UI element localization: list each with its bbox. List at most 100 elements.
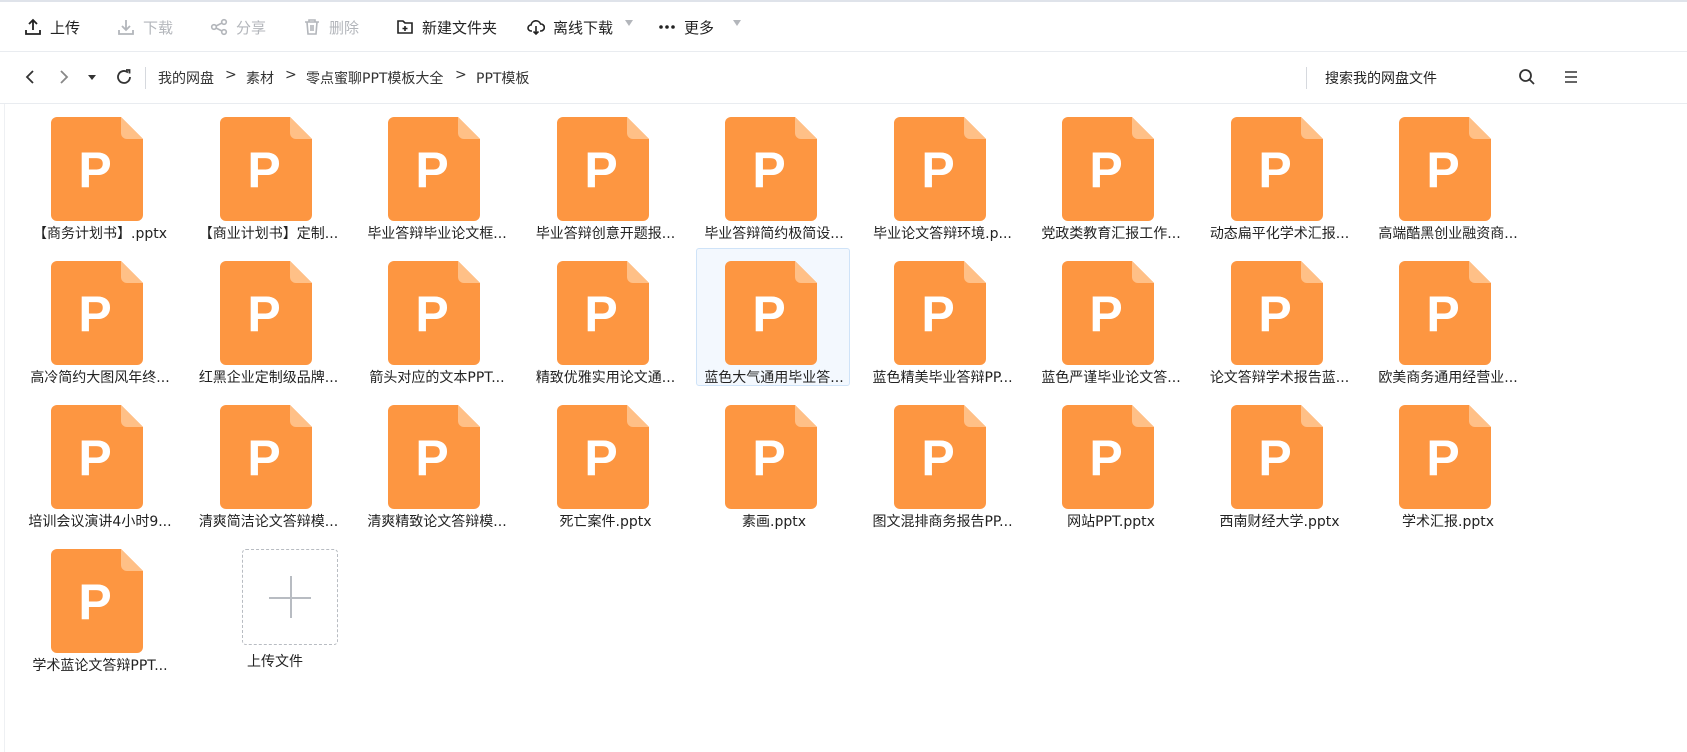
file-item[interactable]: P 西南财经大学.pptx <box>1202 392 1356 530</box>
pptx-file-icon: P <box>893 261 986 365</box>
file-name: 学术汇报.pptx <box>1402 514 1494 530</box>
delete-label: 删除 <box>329 18 360 37</box>
file-item[interactable]: P 动态扁平化学术汇报... <box>1202 104 1356 242</box>
file-name: 箭头对应的文本PPT... <box>369 370 505 386</box>
breadcrumb-separator: > <box>455 67 467 83</box>
pptx-letter: P <box>752 430 785 486</box>
pptx-file-icon: P <box>893 405 986 509</box>
pptx-file-icon: P <box>1230 405 1323 509</box>
pptx-letter: P <box>921 142 954 198</box>
delete-button[interactable]: 删除 <box>303 12 359 42</box>
pptx-file-icon: P <box>725 261 817 365</box>
file-name: 【商务计划书】.pptx <box>33 226 167 242</box>
pptx-letter: P <box>415 430 448 486</box>
pptx-file-icon: P <box>388 261 480 365</box>
file-name: 素画.pptx <box>742 514 806 530</box>
file-name: 图文混排商务报告PP... <box>872 514 1013 530</box>
share-button[interactable]: 分享 <box>210 12 266 42</box>
file-item[interactable]: P 精致优雅实用论文通... <box>528 248 682 386</box>
breadcrumb-item-templates[interactable]: 零点蜜聊PPT模板大全 <box>306 68 443 88</box>
breadcrumb-separator: > <box>285 67 297 83</box>
pptx-letter: P <box>78 142 111 198</box>
back-icon[interactable] <box>18 65 42 89</box>
breadcrumb-separator: > <box>225 67 237 83</box>
file-item[interactable]: P 学术蓝论文答辩PPT... <box>22 536 176 674</box>
file-item[interactable]: P 毕业论文答辩环境.p... <box>865 104 1019 242</box>
pptx-file-icon: P <box>1399 117 1491 221</box>
file-item[interactable]: P 清爽简洁论文答辩模... <box>191 392 345 530</box>
pptx-file-icon: P <box>1230 117 1323 221</box>
pptx-file-icon: P <box>1230 261 1323 365</box>
pptx-file-icon: P <box>1062 117 1154 221</box>
file-item[interactable]: P 学术汇报.pptx <box>1370 392 1524 530</box>
pptx-file-icon: P <box>388 405 480 509</box>
upload-file-tile[interactable]: 上传文件 <box>197 536 351 674</box>
forward-icon[interactable] <box>52 65 76 89</box>
download-button[interactable]: 下载 <box>117 12 173 42</box>
pptx-file-icon: P <box>219 117 312 221</box>
file-item[interactable]: P 高端酷黑创业融资商... <box>1370 104 1524 242</box>
new-folder-label: 新建文件夹 <box>422 18 498 37</box>
file-name: 西南财经大学.pptx <box>1219 514 1340 530</box>
file-item[interactable]: P 蓝色精美毕业答辩PP... <box>865 248 1019 386</box>
more-dropdown-icon[interactable] <box>733 20 741 26</box>
pptx-file-icon: P <box>1062 405 1154 509</box>
offline-download-dropdown-icon[interactable] <box>625 20 633 26</box>
file-item[interactable]: P 党政类教育汇报工作... <box>1033 104 1187 242</box>
file-item[interactable]: P 毕业答辩毕业论文框... <box>359 104 513 242</box>
file-name: 精致优雅实用论文通... <box>535 370 676 386</box>
pptx-letter: P <box>1426 430 1459 486</box>
upload-plus-icon[interactable] <box>242 549 338 645</box>
list-view-icon[interactable] <box>1558 65 1582 89</box>
breadcrumb-item-sucai[interactable]: 素材 <box>246 68 274 88</box>
search-icon[interactable] <box>1515 65 1539 89</box>
file-item[interactable]: P 毕业答辩简约极简设... <box>696 104 850 242</box>
pptx-letter: P <box>415 286 448 342</box>
file-name: 动态扁平化学术汇报... <box>1209 226 1350 242</box>
file-item[interactable]: P 网站PPT.pptx <box>1033 392 1187 530</box>
search-input[interactable]: 搜索我的网盘文件 <box>1325 68 1437 88</box>
navigation-bar: 我的网盘 > 素材 > 零点蜜聊PPT模板大全 > PPT模板 搜索我的网盘文件 <box>0 52 1687 104</box>
pptx-file-icon: P <box>556 117 649 221</box>
pptx-letter: P <box>247 286 280 342</box>
file-item[interactable]: P 箭头对应的文本PPT... <box>359 248 513 386</box>
new-folder-button[interactable]: 新建文件夹 <box>396 12 497 42</box>
file-item[interactable]: P 【商务计划书】.pptx <box>22 104 176 242</box>
pptx-letter: P <box>1258 430 1291 486</box>
file-name: 毕业论文答辩环境.p... <box>873 226 1012 242</box>
file-item[interactable]: P 高冷简约大图风年终... <box>22 248 176 386</box>
share-label: 分享 <box>236 18 267 37</box>
history-dropdown-icon[interactable] <box>80 65 104 89</box>
file-item[interactable]: P 红黑企业定制级品牌... <box>191 248 345 386</box>
file-name: 论文答辩学术报告蓝... <box>1209 370 1350 386</box>
file-item[interactable]: P 死亡案件.pptx <box>528 392 682 530</box>
file-name: 红黑企业定制级品牌... <box>198 370 339 386</box>
download-label: 下载 <box>143 18 174 37</box>
file-item[interactable]: P 蓝色大气通用毕业答... <box>696 248 850 386</box>
more-button[interactable]: 更多 <box>658 12 714 42</box>
offline-download-button[interactable]: 离线下载 <box>527 12 613 42</box>
file-item[interactable]: P 素画.pptx <box>696 392 850 530</box>
file-item[interactable]: P 论文答辩学术报告蓝... <box>1202 248 1356 386</box>
pptx-letter: P <box>1258 142 1291 198</box>
breadcrumb-current: PPT模板 <box>476 71 530 87</box>
file-item[interactable]: P 【商业计划书】定制... <box>191 104 345 242</box>
breadcrumb-root[interactable]: 我的网盘 <box>158 68 214 88</box>
upload-icon <box>25 18 41 35</box>
file-item[interactable]: P 图文混排商务报告PP... <box>865 392 1019 530</box>
file-item[interactable]: P 培训会议演讲4小时9... <box>22 392 176 530</box>
upload-button[interactable]: 上传 <box>24 12 80 42</box>
pptx-file-icon: P <box>219 261 312 365</box>
file-name: 学术蓝论文答辩PPT... <box>32 658 168 674</box>
file-name: 毕业答辩毕业论文框... <box>367 226 507 242</box>
pptx-file-icon: P <box>893 117 986 221</box>
file-name: 培训会议演讲4小时9... <box>28 514 172 530</box>
file-name: 死亡案件.pptx <box>559 514 652 530</box>
file-item[interactable]: P 毕业答辩创意开题报... <box>528 104 682 242</box>
file-item[interactable]: P 欧美商务通用经营业... <box>1370 248 1524 386</box>
file-name: 清爽简洁论文答辩模... <box>198 514 339 530</box>
file-item[interactable]: P 蓝色严谨毕业论文答... <box>1033 248 1187 386</box>
refresh-icon[interactable] <box>112 65 136 89</box>
file-item[interactable]: P 清爽精致论文答辩模... <box>359 392 513 530</box>
pptx-file-icon: P <box>51 117 143 221</box>
